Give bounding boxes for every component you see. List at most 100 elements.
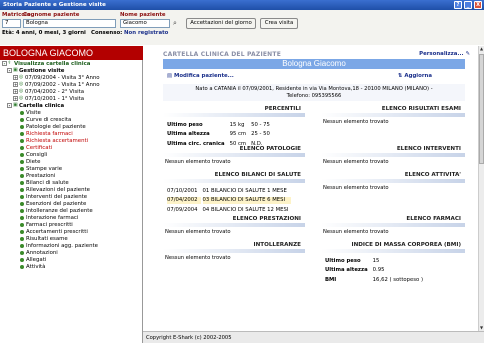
bullet-icon [20,173,24,178]
nome-field[interactable]: Giacomo [120,19,170,28]
bullet-icon [20,236,24,241]
tree-item[interactable]: Informazioni agg. paziente [20,243,98,250]
tree-cartella[interactable]: - ▣Cartella clinica [7,103,64,110]
table-row: Ultima altezza 95 cm 25 - 50 [167,131,270,138]
intolleranze-header: INTOLLERANZE [253,242,301,248]
tree-visit[interactable]: + ◎ 07/10/2001 - 1° Visita [13,96,84,103]
tree-item[interactable]: Consigli [20,152,47,159]
folder-icon: ▣ [13,102,18,108]
scroll-up-icon[interactable]: ▲ [479,46,484,52]
tree-item[interactable]: Certificati [20,145,52,152]
tree-gestione[interactable]: - ▣Gestione visite [7,68,64,75]
collapse-icon[interactable]: - [2,61,7,66]
tree-item[interactable]: Stampe varie [20,166,62,173]
visit-icon: ◎ [19,95,24,101]
prestazioni-header: ELENCO PRESTAZIONI [232,216,301,222]
accettazioni-button[interactable]: Accettazioni del giorno [186,18,256,29]
modifica-paziente-link[interactable]: ▤ Modifica paziente... [167,73,234,79]
pencil-icon: ✎ [465,51,470,57]
tree-item[interactable]: Curve di crescita [20,117,71,124]
tree-item[interactable]: Interventi del paziente [20,194,87,201]
expand-icon[interactable]: + [13,82,18,87]
bullet-icon [20,180,24,185]
patologie-header: ELENCO PATOLOGIE [239,146,301,152]
bilanci-table: 07/10/2001 01 BILANCIO DI SALUTE 1 MESE 0… [165,185,293,216]
risultati-empty: Nessun elemento trovato [323,119,389,125]
bullet-icon [20,201,24,206]
tree-item[interactable]: Farmaci prescritti [20,222,73,229]
tree-item[interactable]: Prestazioni [20,173,55,180]
patient-phone: Telefono: 095395566 [286,92,342,99]
vertical-scrollbar[interactable]: ▲ ▼ [478,46,484,331]
patient-banner: Bologna Giacomo [163,59,465,69]
bullet-icon [20,229,24,234]
search-icon[interactable]: ⌕ [173,19,177,28]
bullet-icon [20,117,24,122]
expand-icon[interactable]: + [13,96,18,101]
collapse-icon[interactable]: - [7,68,12,73]
search-bar: Matricola Cognome paziente Nome paziente… [0,10,484,45]
tree-item[interactable]: Annotazioni [20,250,58,257]
tree-visit[interactable]: + ◎ 07/09/2004 - Visita 3° Anno [13,75,100,82]
tree-item[interactable]: Richiesta accertamenti [20,138,88,145]
patient-name-header: BOLOGNA GIACOMO [0,46,143,60]
bullet-icon [20,145,24,150]
table-row: Ultimo peso 15 kg 50 - 75 [167,121,270,128]
tree-item[interactable]: Rilevazioni del paziente [20,187,90,194]
footer-copyright: Copyright E-Shark (c) 2002-2005 [143,331,484,343]
tree-item-label: Diete [26,159,41,165]
tree-item-label: Curve di crescita [26,117,72,123]
tree-visit[interactable]: + ◎ 07/09/2002 - Visita 1° Anno [13,82,100,89]
prestazioni-box: ELENCO PRESTAZIONI Nessun elemento trova… [163,216,305,238]
tree-item[interactable]: Esenzioni del paziente [20,201,86,208]
bullet-icon [20,131,24,136]
eta-row: Età: 4 anni, 0 mesi, 3 giorni Consenso: … [2,30,168,36]
expand-icon[interactable]: + [13,89,18,94]
attivita-empty: Nessun elemento trovato [323,185,389,191]
interventi-box: ELENCO INTERVENTI Nessun elemento trovat… [321,146,465,168]
tree-item[interactable]: Interazione farmaci [20,215,78,222]
patologie-box: ELENCO PATOLOGIE Nessun elemento trovato [163,146,305,168]
bullet-icon [20,257,24,262]
tree-item[interactable]: Risultati esame [20,236,68,243]
personalizza-link[interactable]: Personalizza... ✎ [419,51,470,57]
tree-item[interactable]: Attività [20,264,45,271]
tree-item[interactable]: Richiesta farmaci [20,131,73,138]
table-row: Ultimo peso 15 [325,257,380,264]
bullet-icon [20,264,24,269]
collapse-icon[interactable]: - [7,103,12,108]
tree-item[interactable]: Intolleranze del paziente [20,208,93,215]
attivita-box: ELENCO ATTIVITA' Nessun elemento trovato [321,172,465,194]
table-row: 07/04/2002 03 BILANCIO DI SALUTE 6 MESI [167,196,292,204]
visit-icon: ◎ [19,74,24,80]
bilanci-box: ELENCO BILANCI DI SALUTE 07/10/2001 01 BI… [163,172,305,213]
tree-item-label: Annotazioni [26,250,58,256]
bullet-icon [20,187,24,192]
tree-item-label: Richiesta farmaci [26,131,73,137]
crea-visita-button[interactable]: Crea visita [260,18,298,29]
tree-item[interactable]: Accertamenti prescritti [20,229,88,236]
tree-item[interactable]: Allegati [20,257,46,264]
help-button[interactable]: ? [454,1,462,9]
tree-item[interactable]: Visite [20,110,41,117]
scrollbar-thumb[interactable] [479,54,484,164]
patient-info: Nato a CATANIA il 07/09/2001, Residente … [163,84,465,101]
minimize-button[interactable]: _ [464,1,472,9]
tree-visit[interactable]: + ◎ 07/04/2002 - 2° Visita [13,89,84,96]
tree-item[interactable]: Diete [20,159,40,166]
tree-item[interactable]: Patologie del paziente [20,124,86,131]
tree-item[interactable]: Bilanci di salute [20,180,69,187]
eta-label: Età: 4 anni, 0 mesi, 3 giorni [2,30,86,36]
patient-birth-address: Nato a CATANIA il 07/09/2001, Residente … [195,86,433,92]
visit-icon: ◎ [19,81,24,87]
close-button[interactable]: X [474,1,482,9]
aggiorna-link[interactable]: ⇅ Aggiorna [398,73,432,79]
bullet-icon [20,208,24,213]
table-row: 07/10/2001 01 BILANCIO DI SALUTE 1 MESE [167,187,287,194]
matricola-field[interactable]: 7 [2,19,21,28]
window-title: Storia Paziente e Gestione visite [3,2,106,8]
cognome-field[interactable]: Bologna [23,19,116,28]
tree-item-label: Intolleranze del paziente [26,208,93,214]
intolleranze-box: INTOLLERANZE Nessun elemento trovato [163,242,305,264]
expand-icon[interactable]: + [13,75,18,80]
